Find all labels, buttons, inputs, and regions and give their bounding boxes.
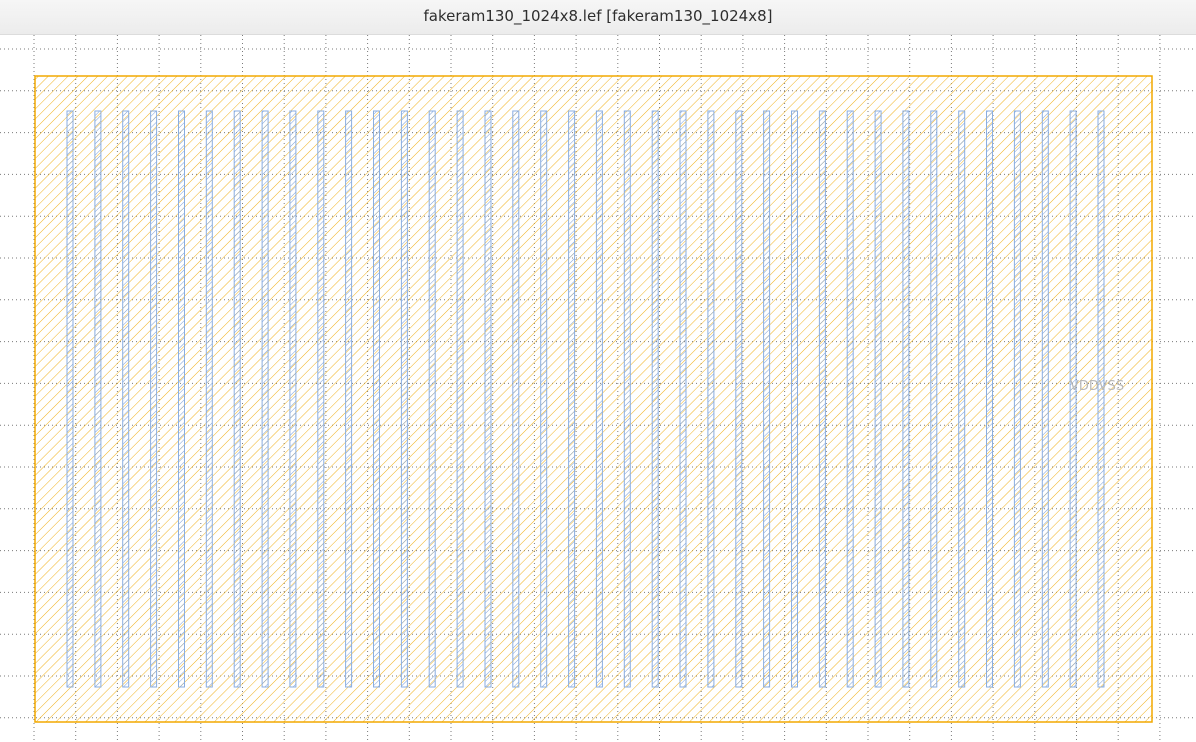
power-stripe[interactable] [150,110,158,688]
power-stripe[interactable] [373,110,380,688]
power-stripe[interactable] [595,110,603,688]
macro-boundary[interactable] [34,75,1153,723]
power-stripe[interactable] [512,110,520,688]
power-stripe[interactable] [791,110,798,688]
power-stripe[interactable] [178,110,185,688]
layout-canvas[interactable]: VDDVSS [0,35,1196,742]
window-title: fakeram130_1024x8.lef [fakeram130_1024x8… [423,7,773,25]
power-stripe[interactable] [958,110,966,688]
power-stripe[interactable] [400,110,408,688]
power-stripe[interactable] [818,110,826,688]
power-stripe[interactable] [261,110,269,688]
power-stripe[interactable] [289,110,297,688]
power-stripe[interactable] [456,110,464,688]
power-stripe[interactable] [902,110,910,688]
power-stripe[interactable] [205,110,213,688]
window-titlebar: fakeram130_1024x8.lef [fakeram130_1024x8… [0,0,1196,35]
power-stripe[interactable] [484,110,492,688]
power-stripe[interactable] [763,110,771,688]
power-stripe[interactable] [846,110,854,688]
power-stripe[interactable] [707,110,715,688]
power-stripe[interactable] [233,110,241,688]
power-stripe[interactable] [317,110,325,688]
power-stripe[interactable] [651,110,659,688]
power-stripe[interactable] [1069,110,1077,688]
power-stripe[interactable] [930,110,938,688]
power-stripe[interactable] [1097,110,1105,688]
power-stripe[interactable] [986,110,993,688]
power-stripe[interactable] [94,110,102,688]
power-stripe[interactable] [428,110,436,688]
power-stripe[interactable] [568,110,576,688]
pin-label: VDDVSS [1070,379,1124,394]
layout-drawing[interactable]: VDDVSS [0,35,1196,742]
power-stripe[interactable] [540,110,548,688]
power-stripe[interactable] [1013,110,1021,688]
power-stripe[interactable] [874,110,882,688]
power-stripe[interactable] [122,110,130,688]
power-stripe[interactable] [735,110,743,688]
power-stripe[interactable] [1041,110,1049,688]
power-stripe[interactable] [66,110,74,688]
power-stripe[interactable] [345,110,353,688]
power-stripe[interactable] [623,110,631,688]
power-stripe[interactable] [679,110,687,688]
